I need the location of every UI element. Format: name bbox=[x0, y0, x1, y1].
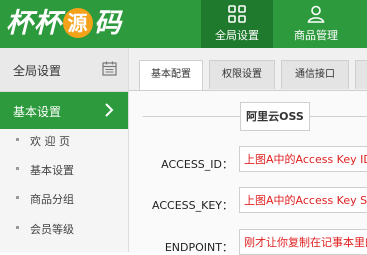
nav-goods-management-label: 商品管理 bbox=[294, 29, 338, 42]
sidebar-subitem-label: 欢 迎 页 bbox=[30, 135, 70, 148]
logo-text-mid: 源 bbox=[63, 8, 93, 38]
logo-text: 杯杯源码 bbox=[6, 5, 122, 43]
bullet-icon bbox=[16, 196, 19, 199]
access-key-input[interactable]: 上图A中的Access Key Secret bbox=[239, 187, 367, 213]
section-title: 阿里云OSS bbox=[240, 102, 310, 131]
tab-basic-config[interactable]: 基本配置 bbox=[139, 60, 203, 90]
nav-global-settings[interactable]: 全局设置 bbox=[201, 0, 273, 48]
sidebar: 全局设置 基本设置 欢 迎 页 基本设置 商品分组 会员等级 bbox=[0, 48, 129, 252]
access-key-label: ACCESS_KEY： bbox=[152, 199, 233, 212]
sidebar-subitem-label: 基本设置 bbox=[30, 164, 74, 177]
sidebar-subitem-member-levels[interactable]: 会员等级 bbox=[0, 218, 128, 238]
sidebar-subitem-goods-groups[interactable]: 商品分组 bbox=[0, 188, 128, 208]
user-icon bbox=[307, 5, 325, 23]
sidebar-subitem-basic-settings[interactable]: 基本设置 bbox=[0, 159, 128, 179]
tab-permissions-label: 权限设置 bbox=[222, 69, 262, 80]
chevron-right-icon bbox=[105, 103, 114, 117]
tab-bar: 基本配置 权限设置 通信接口 bbox=[129, 48, 367, 91]
nav-global-settings-label: 全局设置 bbox=[215, 29, 259, 42]
endpoint-label: ENDPOINT： bbox=[164, 241, 233, 254]
logo-text-a: 杯杯 bbox=[6, 8, 62, 39]
calendar-icon[interactable] bbox=[102, 61, 117, 76]
tab-communication[interactable]: 通信接口 bbox=[281, 60, 349, 89]
endpoint-input[interactable]: 刚才让你复制在记事本里的 bbox=[239, 229, 367, 255]
bullet-icon bbox=[16, 226, 19, 229]
bullet-icon bbox=[16, 167, 19, 170]
sidebar-subitem-welcome[interactable]: 欢 迎 页 bbox=[0, 130, 128, 150]
bullet-icon bbox=[16, 138, 19, 141]
nav-goods-management[interactable]: 商品管理 bbox=[276, 0, 356, 48]
access-id-input[interactable]: 上图A中的Access Key ID bbox=[239, 146, 367, 172]
tab-permissions[interactable]: 权限设置 bbox=[209, 60, 275, 89]
sidebar-header: 全局设置 bbox=[0, 48, 128, 92]
sidebar-header-label: 全局设置 bbox=[13, 64, 62, 78]
top-bar: 杯杯源码 全局设置 商品管理 bbox=[0, 0, 367, 48]
sidebar-item-basic-settings[interactable]: 基本设置 bbox=[0, 92, 128, 129]
tab-communication-label: 通信接口 bbox=[295, 69, 335, 80]
tab-basic-config-label: 基本配置 bbox=[151, 69, 191, 80]
tab-more[interactable] bbox=[355, 60, 367, 89]
sidebar-item-basic-settings-label: 基本设置 bbox=[13, 105, 62, 119]
sidebar-subitem-label: 会员等级 bbox=[30, 223, 74, 236]
logo-text-b: 码 bbox=[94, 8, 122, 39]
access-id-label: ACCESS_ID： bbox=[161, 158, 233, 171]
logo: 杯杯源码 bbox=[0, 0, 128, 48]
grid-icon bbox=[228, 5, 246, 23]
sidebar-subitem-label: 商品分组 bbox=[30, 193, 74, 206]
